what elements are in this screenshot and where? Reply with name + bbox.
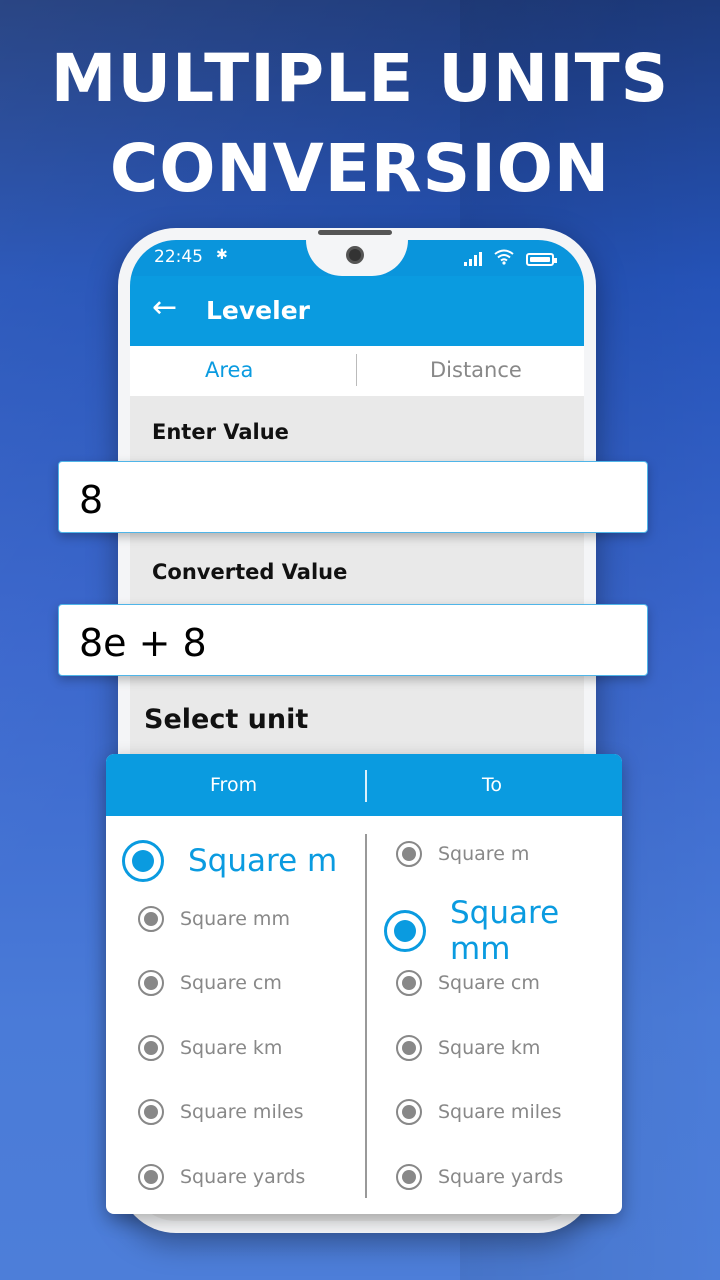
converted-value-label: Converted Value [152,560,348,584]
tab-distance[interactable]: Distance [430,358,522,382]
header-divider [365,770,367,802]
enter-value-label: Enter Value [152,420,289,444]
to-option-label: Square miles [438,1101,562,1123]
to-option[interactable]: Square yards [396,1164,563,1190]
value-input[interactable]: 8 [58,461,648,533]
wifi-icon [494,249,514,265]
back-arrow-icon[interactable]: ← [152,290,177,326]
to-option-label: Square m [438,843,530,865]
radio-icon[interactable] [396,1164,422,1190]
radio-icon[interactable] [138,1099,164,1125]
camera-icon [346,246,364,264]
from-option-label: Square m [188,843,338,879]
column-divider [365,834,367,1198]
battery-icon [526,253,557,266]
from-option-label: Square yards [180,1166,306,1188]
from-option-label: Square km [180,1037,283,1059]
to-option-label: Square mm [450,895,560,967]
status-time: 22:45 [154,247,203,267]
to-option[interactable]: Square mm [384,895,622,967]
radio-icon[interactable] [396,1035,422,1061]
to-option[interactable]: Square cm [396,970,540,996]
radio-icon[interactable] [138,906,164,932]
to-option-label: Square cm [438,972,540,994]
app-title: Leveler [206,296,310,325]
from-option-label: Square cm [180,972,282,994]
radio-icon[interactable] [396,970,422,996]
unit-panel-header: From To [106,754,622,816]
to-option[interactable]: Square m [396,841,529,867]
tab-divider [356,354,357,386]
radio-selected-icon[interactable] [122,840,164,882]
from-option[interactable]: Square mm [138,906,290,932]
status-bar: 22:45 ✱ [130,240,584,276]
from-option[interactable]: Square miles [138,1099,304,1125]
radio-selected-icon[interactable] [384,910,426,952]
from-option[interactable]: Square m [122,840,337,882]
from-option[interactable]: Square km [138,1035,282,1061]
to-option-label: Square yards [438,1166,564,1188]
radio-icon[interactable] [138,1035,164,1061]
from-option[interactable]: Square cm [138,970,282,996]
tab-bar: Area Distance [130,346,584,396]
radio-icon[interactable] [396,1099,422,1125]
app-bar: ← Leveler [130,276,584,346]
radio-icon[interactable] [138,970,164,996]
headline-line-2: CONVERSION [109,130,611,207]
headline-line-1: MULTIPLE UNITS [50,40,670,117]
select-unit-label: Select unit [144,704,309,735]
to-option-label: Square km [438,1037,541,1059]
unit-selector-panel: From To Square m Square mm Square cm Squ… [106,754,622,1214]
from-option-label: Square mm [180,908,290,930]
converted-value-field: 8e + 8 [58,604,648,676]
from-option[interactable]: Square yards [138,1164,305,1190]
bluetooth-icon: ✱ [216,247,228,263]
radio-icon[interactable] [138,1164,164,1190]
radio-icon[interactable] [396,841,422,867]
from-header: From [210,774,258,796]
to-option[interactable]: Square miles [396,1099,562,1125]
from-option-label: Square miles [180,1101,304,1123]
to-header: To [482,774,503,796]
to-option[interactable]: Square km [396,1035,540,1061]
signal-icon [464,252,482,266]
tab-area[interactable]: Area [205,358,253,382]
phone-speaker [318,230,392,235]
